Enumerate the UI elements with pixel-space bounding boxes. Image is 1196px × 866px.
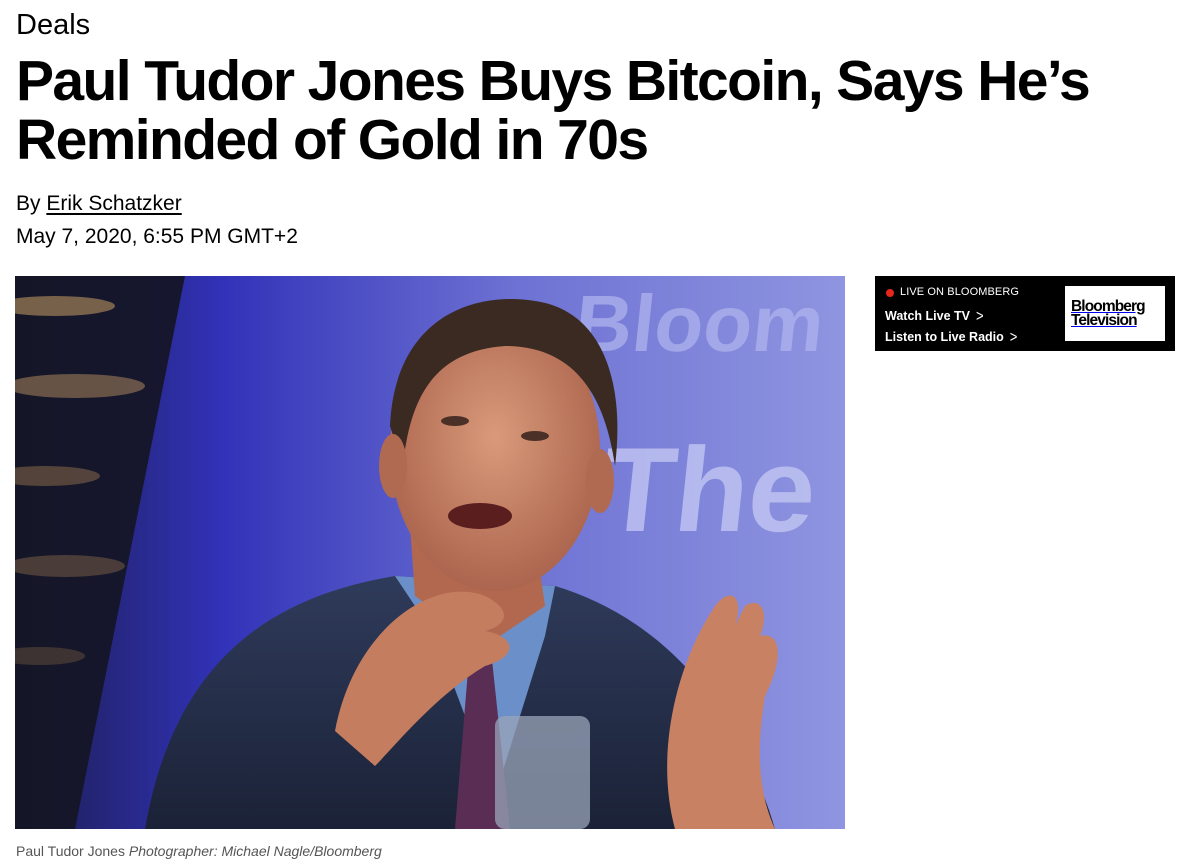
article-headline: Paul Tudor Jones Buys Bitcoin, Says He’s… [16,49,1091,172]
photo-caption: Paul Tudor Jones Photographer: Michael N… [16,843,382,859]
listen-live-radio-label: Listen to Live Radio [885,330,1004,344]
chevron-right-icon: > [1009,327,1018,346]
hero-photo-illustration: Bloom The [15,276,845,829]
logo-line-2: Television [1071,311,1138,329]
publish-date: May 7, 2020, 6:55 PM GMT+2 [16,225,298,248]
photo-credit: Photographer: Michael Nagle/Bloomberg [128,843,382,859]
bloomberg-television-logo[interactable]: Bloomberg Television [1065,286,1165,341]
live-label: LIVE ON BLOOMBERG [900,286,1020,298]
author-link[interactable]: Erik Schatzker [46,192,181,215]
chevron-right-icon: > [975,306,984,325]
caption-subject: Paul Tudor Jones [16,843,125,859]
watch-live-tv-label: Watch Live TV [885,309,970,323]
byline: By Erik Schatzker [16,192,182,216]
watch-live-tv-link[interactable]: Watch Live TV > [885,306,984,325]
backdrop-text-top: Bloom [570,278,828,368]
live-indicator-dot-icon [886,289,894,297]
live-on-bloomberg-widget: LIVE ON BLOOMBERG Watch Live TV > Listen … [875,276,1175,351]
section-link[interactable]: Deals [16,9,90,42]
backdrop-text-bottom: The [595,423,822,557]
hero-photo: Bloom The [15,276,845,829]
byline-prefix: By [16,192,41,215]
listen-live-radio-link[interactable]: Listen to Live Radio > [885,327,1018,346]
